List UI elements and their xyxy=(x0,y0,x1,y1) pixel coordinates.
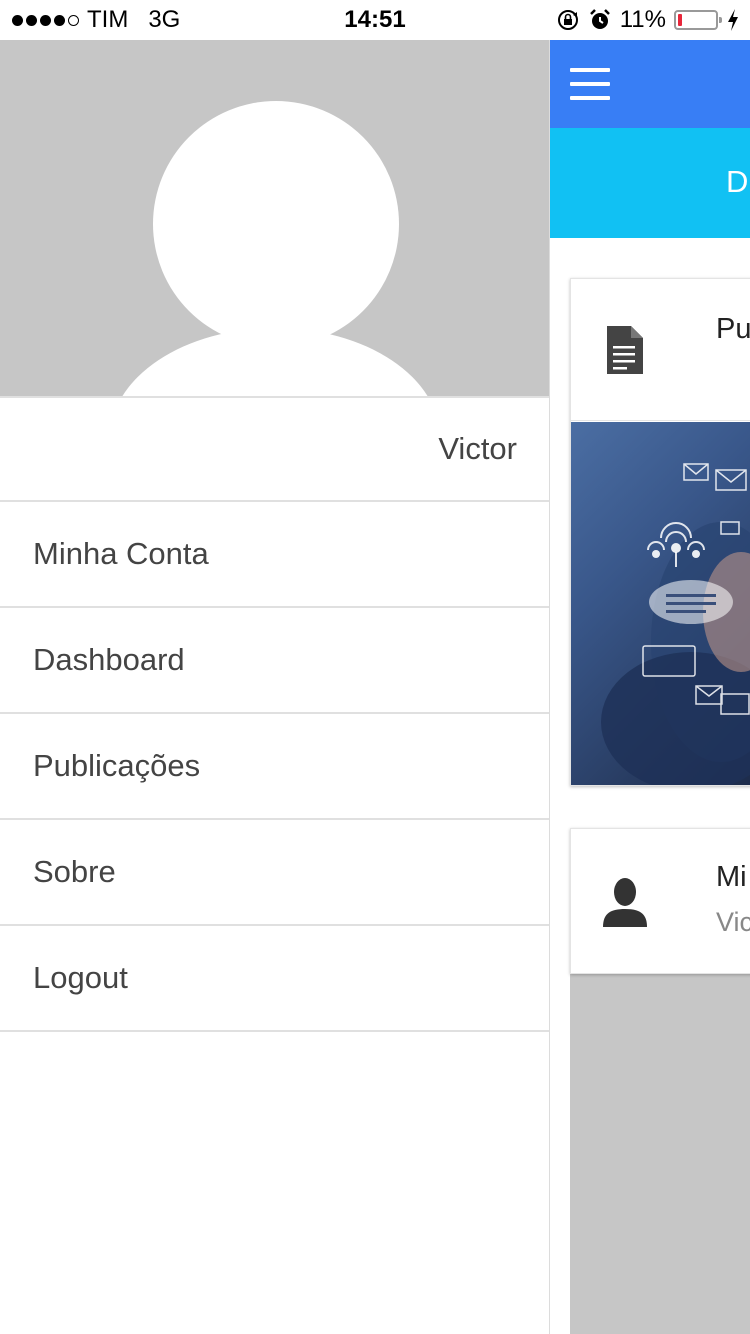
avatar-head xyxy=(153,101,399,347)
status-bar: TIM 3G 14:51 11% xyxy=(0,0,750,40)
menu-item-logout[interactable]: Logout xyxy=(0,926,549,1032)
profile-header xyxy=(0,40,549,398)
card-subtitle: Vic xyxy=(716,907,750,937)
side-menu: Victor Minha Conta Dashboard Publicações… xyxy=(0,40,550,1334)
menu-item-publicacoes[interactable]: Publicações xyxy=(0,714,549,820)
alarm-icon xyxy=(589,9,610,29)
charging-icon xyxy=(728,9,738,31)
card-title: Mi xyxy=(716,861,747,893)
toolbar xyxy=(550,40,750,128)
menu-item-dashboard[interactable]: Dashboard xyxy=(0,608,549,714)
menu-icon-line xyxy=(570,68,610,72)
battery-icon xyxy=(674,10,722,30)
menu-item-sobre[interactable]: Sobre xyxy=(0,820,549,926)
document-icon xyxy=(607,326,643,374)
card-header: Pu xyxy=(571,279,750,421)
network-illustration xyxy=(601,463,750,785)
card-image xyxy=(571,422,750,785)
battery-percent: 11% xyxy=(619,6,666,33)
card-title: Pu xyxy=(716,313,750,345)
lock-rotation-icon xyxy=(557,10,578,30)
battery-level-fill xyxy=(678,14,682,26)
avatar-body xyxy=(110,328,440,396)
main-content: D Pu Mi Vic xyxy=(550,40,750,1334)
person-icon xyxy=(603,878,647,927)
menu-icon-line xyxy=(570,82,610,86)
menu-icon[interactable] xyxy=(570,68,610,100)
menu-icon-line xyxy=(570,96,610,100)
content-area: Pu Mi Vic xyxy=(550,238,750,1334)
status-right: 11% xyxy=(556,0,740,40)
publications-card[interactable]: Pu xyxy=(570,278,750,786)
menu-item-minha-conta[interactable]: Minha Conta xyxy=(0,502,549,608)
account-card[interactable]: Mi Vic xyxy=(570,828,750,974)
content-background xyxy=(570,974,750,1334)
subheader: D xyxy=(550,128,750,238)
subheader-title: D xyxy=(726,164,749,199)
user-name: Victor xyxy=(0,398,549,502)
battery-tip xyxy=(719,17,722,23)
